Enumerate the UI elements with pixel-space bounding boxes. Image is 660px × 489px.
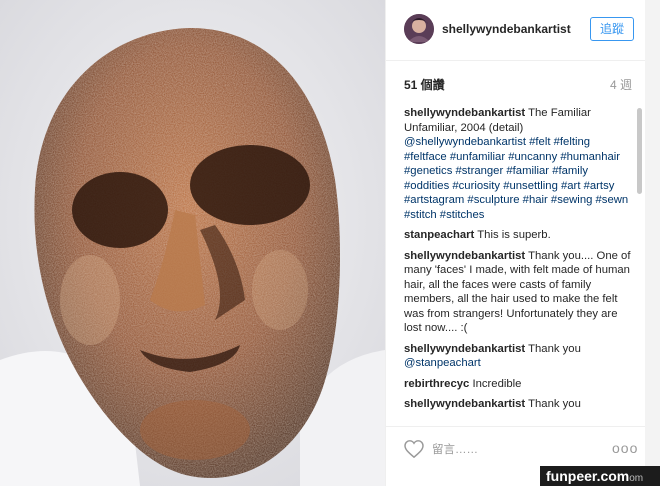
more-options-icon[interactable]: ooo [612,440,638,456]
list-item: stanpeachart This is superb. [404,228,632,243]
comment-input[interactable]: 留言…… [432,441,478,457]
list-item: rebirthrecyc Incredible [404,377,632,392]
post-photo[interactable] [0,0,385,486]
list-item: shellywyndebankartist Thank you [404,397,632,412]
comment-hashtags[interactable]: #felt #felting #feltface #unfamiliar #un… [404,136,628,221]
post-age[interactable]: 4 週 [610,76,632,93]
watermark: funpeer.comom [540,466,660,486]
comment-text: This is superb. [477,229,551,241]
comment-mention[interactable]: @stanpeachart [404,357,481,369]
watermark-text: funpeer.com [546,468,630,484]
heart-icon[interactable] [404,440,424,459]
comment-username[interactable]: shellywyndebankartist [404,250,525,262]
post-header: shellywyndebankartist 追蹤 [386,0,646,61]
comment-mention[interactable]: @shellywyndebankartist [404,136,526,148]
list-item: shellywyndebankartist Thank you.... One … [404,249,632,336]
comment-username[interactable]: shellywyndebankartist [404,343,525,355]
follow-button[interactable]: 追蹤 [590,17,634,41]
comments-scrollbar[interactable] [637,108,642,194]
comment-text: Thank you [528,342,581,355]
comment-username[interactable]: stanpeachart [404,229,474,241]
comment-username[interactable]: shellywyndebankartist [404,398,525,410]
post-stats: 51 個讚 4 週 [404,76,634,93]
list-item: shellywyndebankartist Thank you @stanpea… [404,342,632,371]
list-item: shellywyndebankartist The Familiar Unfam… [404,106,632,222]
post-detail-panel: shellywyndebankartist 追蹤 51 個讚 4 週 shell… [385,0,646,486]
page-gutter [645,0,660,486]
watermark-tail: om [629,473,644,484]
comment-text: Thank you [528,398,581,410]
comment-text: Incredible [472,377,522,390]
comment-text: Thank you.... One of many 'faces' I made… [404,249,631,335]
comment-username[interactable]: shellywyndebankartist [404,107,525,119]
likes-count[interactable]: 51 個讚 [404,78,445,92]
felt-face-image [0,0,385,486]
author-username[interactable]: shellywyndebankartist [442,22,571,36]
comment-username[interactable]: rebirthrecyc [404,378,469,390]
avatar[interactable] [404,14,434,44]
comments-list[interactable]: shellywyndebankartist The Familiar Unfam… [404,106,632,424]
